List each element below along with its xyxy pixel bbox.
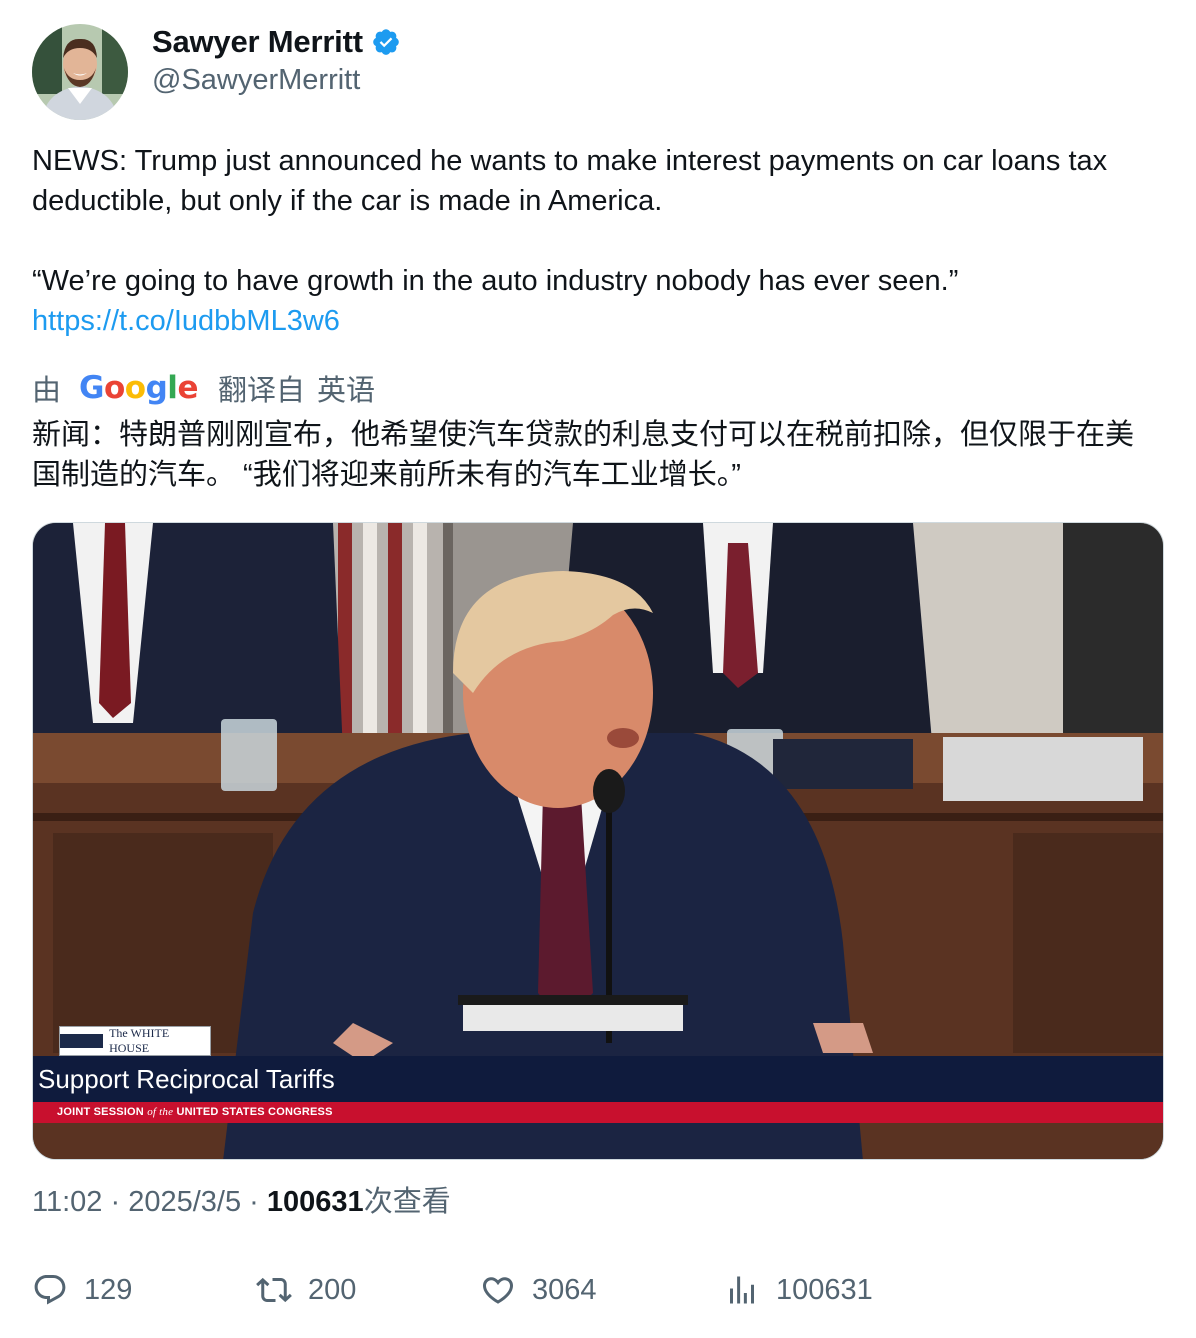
like-icon <box>482 1277 514 1304</box>
views-label: 次查看 <box>363 1186 451 1218</box>
handle[interactable]: @SawyerMerritt <box>152 64 360 97</box>
views-action-count: 100631 <box>776 1273 873 1306</box>
video-player[interactable]: The WHITE HOUSE Support Reciprocal Tarif… <box>32 522 1164 1160</box>
retweet-button[interactable]: 200 <box>256 1268 356 1312</box>
reply-icon <box>34 1275 66 1305</box>
white-house-badge: The WHITE HOUSE <box>59 1026 211 1056</box>
translation-header: 由 Google 翻译自 英语 <box>32 366 375 410</box>
verified-badge-icon <box>371 27 401 57</box>
meta-separator: · <box>249 1186 259 1218</box>
views-button[interactable]: 100631 <box>724 1268 873 1312</box>
google-logo: Google <box>79 370 198 406</box>
translated-from-label: 翻译自 <box>217 375 305 407</box>
event-banner: JOINT SESSION of the UNITED STATES CONGR… <box>33 1102 1163 1123</box>
white-house-logo <box>60 1034 104 1048</box>
event-banner-part1: JOINT SESSION <box>57 1106 144 1118</box>
reply-button[interactable]: 129 <box>32 1268 132 1312</box>
tweet-text: NEWS: Trump just announced he wants to m… <box>32 145 1108 217</box>
tweet-link[interactable]: https://t.co/IudbbML3w6 <box>32 301 340 341</box>
views-count: 100631 <box>266 1186 364 1218</box>
like-button[interactable]: 3064 <box>480 1268 597 1312</box>
source-language: 英语 <box>316 375 375 407</box>
tweet-quote: “We’re going to have growth in the auto … <box>32 265 959 297</box>
event-banner-part3: UNITED STATES CONGRESS <box>176 1106 333 1118</box>
display-name[interactable]: Sawyer Merritt <box>152 24 363 60</box>
like-count: 3064 <box>532 1273 597 1306</box>
lower-third-caption: Support Reciprocal Tariffs <box>33 1056 1163 1102</box>
event-banner-part2: of the <box>147 1106 174 1118</box>
action-bar: 129 200 3064 100631 <box>32 1268 1162 1312</box>
tweet-time[interactable]: 11:02 <box>32 1186 102 1218</box>
translated-text: 新闻：特朗普刚刚宣布，他希望使汽车贷款的利息支付可以在税前扣除，但仅限于在美国制… <box>32 419 1135 491</box>
tweet-meta: 11:02 · 2025/3/5 · 100631次查看 <box>32 1182 451 1222</box>
retweet-count: 200 <box>308 1273 357 1306</box>
views-icon <box>730 1276 754 1304</box>
reply-count: 129 <box>84 1273 133 1306</box>
white-house-badge-text: The WHITE HOUSE <box>109 1026 170 1055</box>
avatar[interactable] <box>32 24 128 120</box>
translated-by-label: 由 <box>32 375 62 407</box>
tweet-date[interactable]: 2025/3/5 <box>128 1186 241 1218</box>
meta-separator: · <box>110 1186 121 1218</box>
tweet: Sawyer Merritt @SawyerMerritt NEWS: Trum… <box>0 0 1196 1338</box>
retweet-icon <box>256 1277 292 1303</box>
